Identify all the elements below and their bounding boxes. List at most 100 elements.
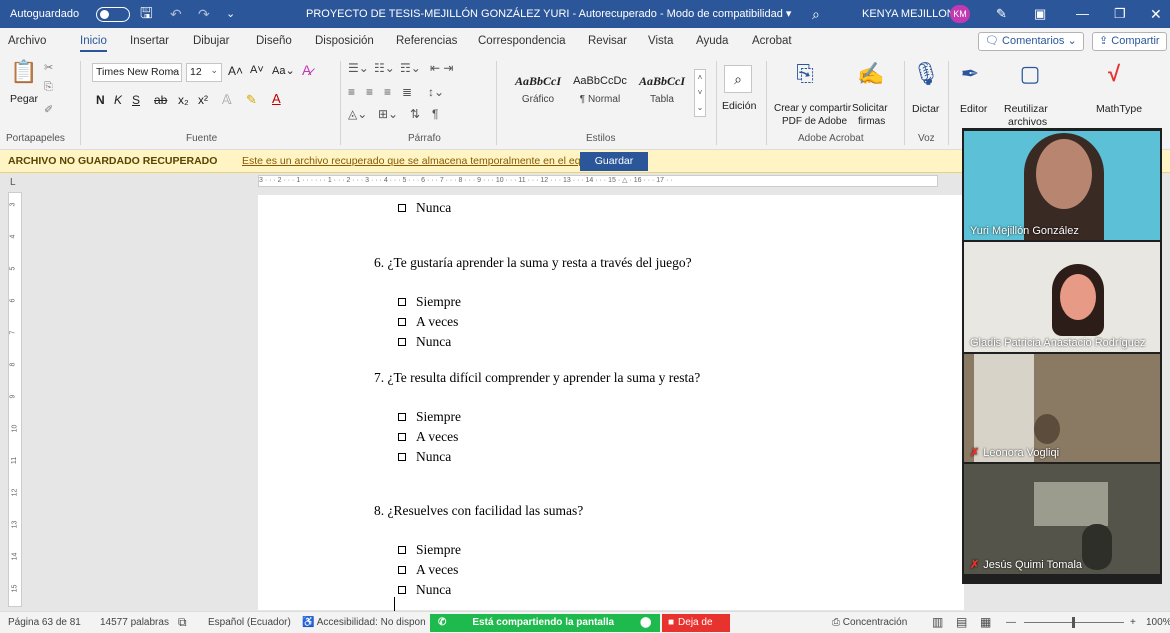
redo-icon[interactable]: ↷ xyxy=(198,0,210,28)
create-pdf-icon[interactable]: ⎘ xyxy=(790,61,820,87)
style-tabla[interactable]: AaBbCcI Tabla xyxy=(632,68,692,116)
paste-icon[interactable]: 📋 xyxy=(8,59,40,85)
superscript-icon[interactable]: x² xyxy=(198,93,208,107)
search-icon[interactable]: ⌕ xyxy=(812,0,820,28)
shrink-font-icon[interactable]: A˅ xyxy=(250,64,264,76)
cut-icon[interactable]: ✂ xyxy=(44,61,53,74)
mathtype-label[interactable]: MathType xyxy=(1096,103,1142,115)
tab-acrobat[interactable]: Acrobat xyxy=(752,28,792,55)
editor-icon[interactable]: ✒ xyxy=(956,61,984,87)
option-nunca[interactable]: Nunca xyxy=(398,449,451,465)
option-nunca[interactable]: Nunca xyxy=(398,200,451,216)
tab-revisar[interactable]: Revisar xyxy=(588,28,627,55)
focus-mode[interactable]: ⎙ Concentración xyxy=(832,612,907,633)
tab-referencias[interactable]: Referencias xyxy=(396,28,457,55)
page-count[interactable]: Página 63 de 81 xyxy=(8,612,81,633)
mathtype-icon[interactable]: √ xyxy=(1100,61,1128,87)
change-case-icon[interactable]: Aa⌄ xyxy=(272,64,295,77)
align-left-icon[interactable]: ≡ xyxy=(348,85,355,99)
zoom-in-icon[interactable]: + xyxy=(1130,612,1136,633)
word-count[interactable]: 14577 palabras xyxy=(100,612,169,633)
screen-sharing-banner[interactable]: ✆ Está compartiendo la pantalla ⬤ xyxy=(430,614,660,632)
save-icon[interactable]: 🖫 xyxy=(140,0,153,28)
accessibility-status[interactable]: ♿ Accesibilidad: No dispon xyxy=(302,612,426,633)
save-button[interactable]: Guardar xyxy=(580,152,648,171)
close-icon[interactable]: ✕ xyxy=(1150,0,1162,28)
clear-format-icon[interactable]: A̷ xyxy=(302,62,311,78)
editing-label[interactable]: Edición xyxy=(722,100,756,112)
restore-icon[interactable]: ❐ xyxy=(1114,0,1126,28)
numbering-icon[interactable]: ☷⌄ xyxy=(374,61,395,75)
undo-icon[interactable]: ↶ xyxy=(170,0,182,28)
bold-button[interactable]: N xyxy=(96,93,105,107)
option-siempre[interactable]: Siempre xyxy=(398,294,461,310)
user-name[interactable]: KENYA MEJILLON xyxy=(862,0,955,28)
autosave-toggle[interactable] xyxy=(96,7,130,22)
vertical-ruler[interactable]: 3 4 5 6 7 8 9 10 11 12 13 14 15 xyxy=(8,192,22,607)
style-grafico[interactable]: AaBbCcI Gráfico xyxy=(508,68,568,116)
text-effects-icon[interactable]: 𝔸 xyxy=(222,92,232,108)
user-avatar[interactable]: KM xyxy=(950,5,970,23)
comments-button[interactable]: 🗨 Comentarios ⌄ xyxy=(978,32,1084,51)
indent-icon[interactable]: ⇤ ⇥ xyxy=(430,61,453,75)
tab-diseno[interactable]: Diseño xyxy=(256,28,292,55)
option-a-veces[interactable]: A veces xyxy=(398,314,458,330)
question-6[interactable]: 6. ¿Te gustaría aprender la suma y resta… xyxy=(374,255,692,271)
style-normal[interactable]: AaBbCcDc ¶ Normal xyxy=(570,68,630,116)
highlight-color-icon[interactable]: ✎ xyxy=(246,92,257,108)
tab-selector-icon[interactable]: L xyxy=(10,177,16,188)
format-painter-icon[interactable]: ✐ xyxy=(44,103,53,116)
grow-font-icon[interactable]: A˄ xyxy=(228,64,243,78)
option-nunca[interactable]: Nunca xyxy=(398,582,451,598)
tab-disposicion[interactable]: Disposición xyxy=(315,28,374,55)
participant-tile[interactable]: ✗ Jesús Quimi Tomala xyxy=(964,464,1160,574)
reuse-files-label[interactable]: Reutilizar xyxy=(1004,103,1048,115)
italic-button[interactable]: K xyxy=(114,93,122,107)
align-center-icon[interactable]: ≡ xyxy=(366,85,373,99)
line-spacing-icon[interactable]: ↕⌄ xyxy=(428,85,444,99)
dictate-label[interactable]: Dictar xyxy=(912,103,939,115)
participant-tile[interactable]: Gladis Patricia Anastacio Rodríguez xyxy=(964,242,1160,352)
option-siempre[interactable]: Siempre xyxy=(398,542,461,558)
font-color-icon[interactable]: A xyxy=(272,91,281,106)
request-signatures-label[interactable]: Solicitar xyxy=(852,103,888,114)
zoom-out-icon[interactable]: — xyxy=(1006,612,1016,633)
sort-icon[interactable]: ⇅ xyxy=(410,107,420,121)
horizontal-ruler[interactable]: 3 · · · 2 · · · 1 · · · · · · 1 · · · 2 … xyxy=(258,175,938,187)
search-icon[interactable]: ⌕ xyxy=(724,65,752,93)
multilevel-list-icon[interactable]: ☶⌄ xyxy=(400,61,421,75)
styles-gallery-scroll[interactable]: ˄ ˅ ⌄ xyxy=(694,69,706,117)
font-size-select[interactable]: 12 xyxy=(186,62,222,82)
option-siempre[interactable]: Siempre xyxy=(398,409,461,425)
minimize-icon[interactable]: — xyxy=(1076,0,1089,28)
language[interactable]: Español (Ecuador) xyxy=(208,612,291,633)
web-layout-icon[interactable]: ▦ xyxy=(980,612,991,633)
font-family-select[interactable]: Times New Roma xyxy=(92,62,182,82)
participant-tile[interactable]: ✗ Leonora Vogliqi xyxy=(964,354,1160,462)
tab-correspondencia[interactable]: Correspondencia xyxy=(478,28,566,55)
option-nunca[interactable]: Nunca xyxy=(398,334,451,350)
tab-vista[interactable]: Vista xyxy=(648,28,673,55)
microphone-icon[interactable]: 🎙 xyxy=(912,61,940,87)
tab-insertar[interactable]: Insertar xyxy=(130,28,169,55)
share-button[interactable]: ⇪ Compartir xyxy=(1092,32,1167,51)
stop-sharing-button[interactable]: ■ Deja de xyxy=(662,614,730,632)
question-8[interactable]: 8. ¿Resuelves con facilidad las sumas? xyxy=(374,503,583,519)
paste-label[interactable]: Pegar xyxy=(10,93,38,105)
request-signatures-icon[interactable]: ✍ xyxy=(856,61,886,87)
notice-message-link[interactable]: Este es un archivo recuperado que se alm… xyxy=(242,150,603,173)
option-a-veces[interactable]: A veces xyxy=(398,429,458,445)
pen-icon[interactable]: ✎ xyxy=(996,0,1007,28)
editor-label[interactable]: Editor xyxy=(960,103,987,115)
document-title[interactable]: PROYECTO DE TESIS-MEJILLÓN GONZÁLEZ YURI… xyxy=(306,0,791,28)
question-7[interactable]: 7. ¿Te resulta difícil comprender y apre… xyxy=(374,370,700,386)
create-pdf-label[interactable]: Crear y compartir xyxy=(774,103,851,114)
option-a-veces[interactable]: A veces xyxy=(398,562,458,578)
justify-icon[interactable]: ≣ xyxy=(402,85,412,99)
tab-inicio[interactable]: Inicio xyxy=(80,28,107,55)
proofing-icon[interactable]: ⧉ xyxy=(178,612,187,633)
bullets-icon[interactable]: ☰⌄ xyxy=(348,61,369,75)
print-layout-icon[interactable]: ▤ xyxy=(956,612,967,633)
zoom-slider-thumb[interactable] xyxy=(1072,617,1075,628)
show-formatting-icon[interactable]: ¶ xyxy=(432,107,438,121)
